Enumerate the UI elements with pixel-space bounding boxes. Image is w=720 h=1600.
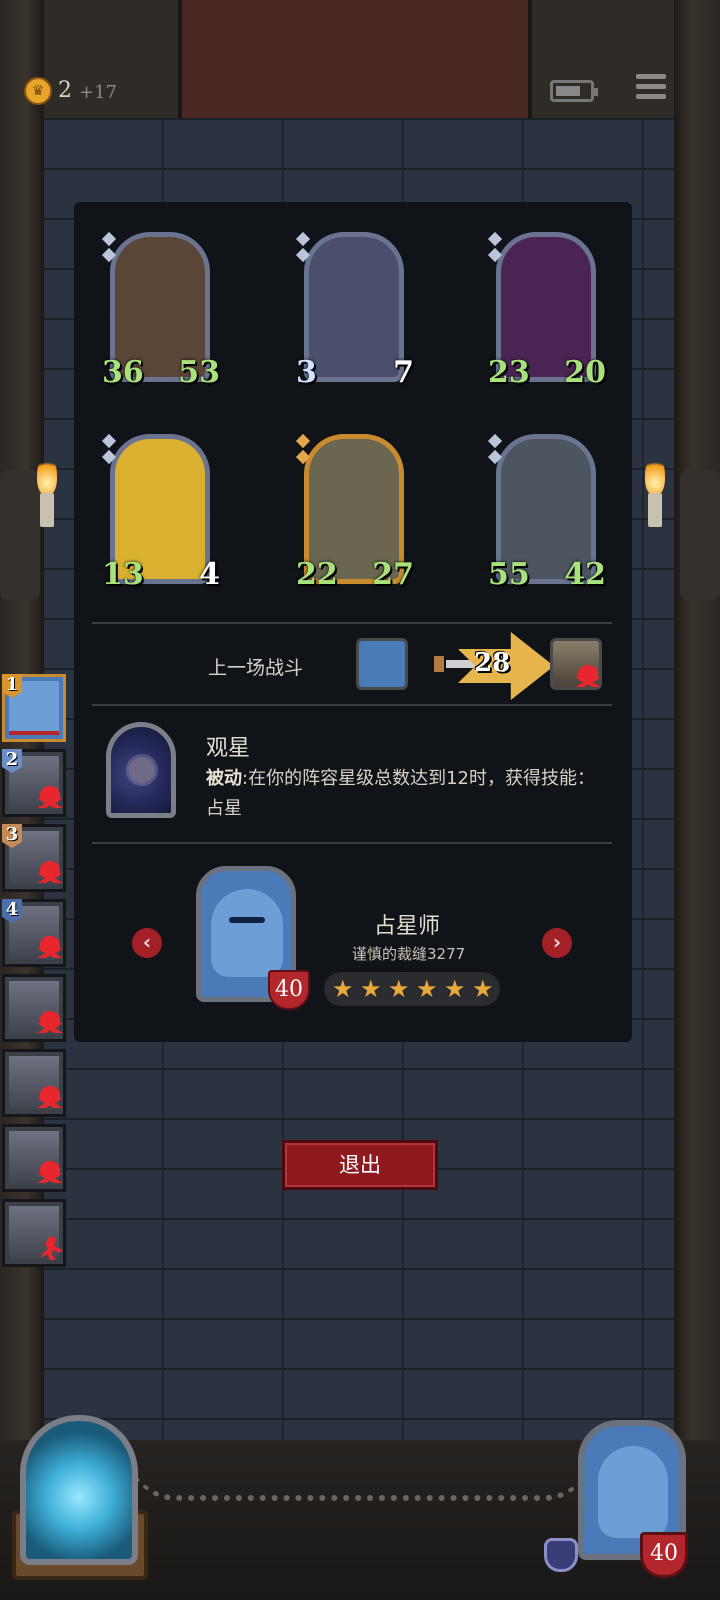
roster-slot[interactable]: 1: [2, 674, 66, 742]
chevron-left-icon: ‹: [142, 930, 152, 954]
portal-button[interactable]: [20, 1415, 138, 1565]
roster-slot[interactable]: 3: [2, 824, 66, 892]
unit-attack: 23: [488, 355, 530, 390]
board-unit-card[interactable]: 22 27: [295, 433, 414, 594]
star-icon: ★: [444, 975, 466, 1003]
roster-slot[interactable]: [2, 1124, 66, 1192]
star-gem-icon: [487, 231, 503, 247]
star-icon: ★: [332, 975, 354, 1003]
exit-button[interactable]: 退出: [282, 1140, 438, 1190]
unit-attack: 55: [488, 557, 530, 592]
last-battle-enemy-card[interactable]: [550, 638, 602, 690]
star-gem-icon: [101, 433, 117, 449]
board-unit-card[interactable]: 36 53: [101, 231, 220, 392]
damage-value: 28: [474, 648, 511, 678]
player-name: 谨慎的裁缝3277: [352, 945, 466, 963]
roster-slot[interactable]: [2, 974, 66, 1042]
skull-crossbones-icon: [37, 1161, 63, 1185]
star-gem-icon: [487, 433, 503, 449]
unit-health: 42: [564, 557, 606, 592]
star-gem-icon: [295, 433, 311, 449]
player-health: 40: [640, 1532, 688, 1578]
gold-amount: 2: [58, 78, 72, 103]
right-sconce: [680, 470, 720, 600]
roster-slot[interactable]: 2: [2, 749, 66, 817]
divider: [92, 842, 612, 844]
unit-attack: 13: [102, 557, 144, 592]
star-icon: ★: [416, 975, 438, 1003]
prev-opponent-button[interactable]: ‹: [132, 928, 162, 958]
skull-crossbones-icon: [37, 1011, 63, 1035]
chevron-right-icon: ›: [552, 930, 562, 954]
skull-crossbones-icon: [37, 1086, 63, 1110]
unit-attack: 3: [292, 355, 328, 393]
unit-health: 7: [387, 355, 419, 393]
skull-crossbones-icon: [37, 786, 63, 810]
board-unit-card[interactable]: 37: [292, 231, 419, 393]
next-opponent-button[interactable]: ›: [542, 928, 572, 958]
shield-icon[interactable]: [544, 1538, 578, 1572]
board-unit-card[interactable]: 23 20: [487, 231, 606, 392]
star-gem-icon: [295, 231, 311, 247]
crown-coin-icon: ♛: [24, 77, 52, 105]
ability-text: :在你的阵容星级总数达到12时，获得技能：占星: [206, 768, 595, 819]
divider: [92, 622, 612, 624]
roster-slot[interactable]: [2, 1049, 66, 1117]
star-icon: ★: [360, 975, 382, 1003]
unit-attack: 36: [102, 355, 144, 390]
roster-slot[interactable]: 4: [2, 899, 66, 967]
doorway: [178, 0, 532, 118]
opponent-info-panel: 36 53 3 7 23 20 13 4 22 27 55 42 上一场战斗 28 观星 被动:在你的…: [74, 202, 632, 1042]
hero-health: 40: [268, 970, 310, 1010]
unit-health: 20: [564, 355, 606, 390]
ability-name: 观星: [206, 736, 251, 761]
left-sconce: [0, 470, 40, 600]
ability-tag: 被动: [206, 768, 242, 789]
last-battle-self-card[interactable]: [356, 638, 408, 690]
hero-portrait[interactable]: 40: [196, 866, 310, 1010]
last-battle-label: 上一场战斗: [208, 657, 304, 679]
chain-decoration: [130, 1455, 590, 1501]
right-pillar: [674, 0, 720, 1600]
skull-crossbones-icon: [575, 665, 601, 689]
star-icon: ★: [472, 975, 494, 1003]
ability-icon: [106, 722, 176, 818]
health-bar: [9, 731, 59, 735]
board-unit-card[interactable]: 55 42: [487, 433, 606, 594]
menu-icon[interactable]: [636, 74, 666, 104]
hero-name: 占星师: [374, 914, 441, 939]
board-unit-card[interactable]: 13 4: [101, 433, 225, 595]
battery-icon: [550, 80, 598, 102]
unit-health: 4: [193, 557, 225, 595]
right-torch-icon: [644, 455, 666, 527]
gold-bonus: +17: [79, 82, 117, 103]
roster-slot[interactable]: [2, 1199, 66, 1267]
star-gem-icon: [101, 231, 117, 247]
unit-health: 27: [372, 557, 414, 592]
skull-crossbones-icon: [37, 936, 63, 960]
divider: [92, 704, 612, 706]
ability-description: 被动:在你的阵容星级总数达到12时，获得技能：占星: [206, 764, 606, 824]
unit-portrait: [304, 232, 404, 382]
unit-attack: 22: [296, 557, 338, 592]
hero-star-rating: ★ ★ ★ ★ ★ ★: [324, 972, 500, 1006]
star-icon: ★: [388, 975, 410, 1003]
skull-crossbones-icon: [37, 861, 63, 885]
unit-health: 53: [178, 355, 220, 390]
left-torch-icon: [36, 455, 58, 527]
